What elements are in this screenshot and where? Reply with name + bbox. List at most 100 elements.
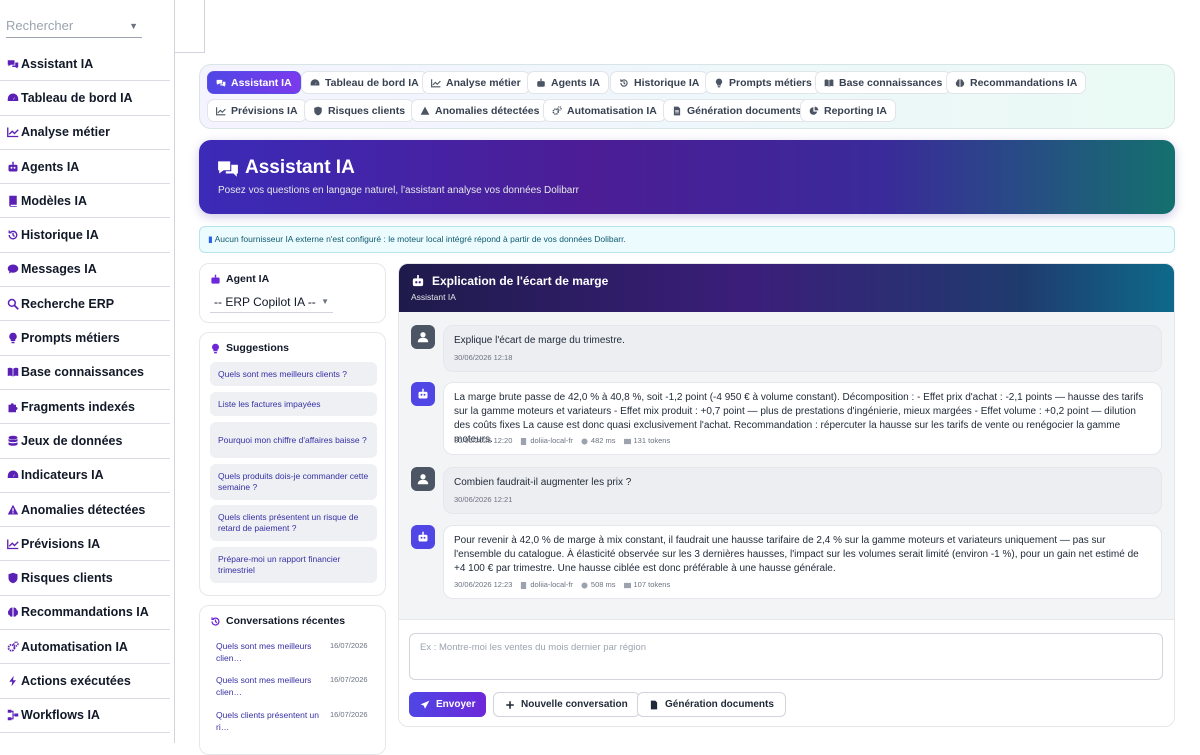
tokens-tag: 131 tokens [623,434,670,448]
sidebar-item-modeles-ia[interactable]: Modèles IA [0,184,170,219]
tab-base-connaissances[interactable]: Base connaissances [815,71,952,94]
dashboard-icon [6,91,19,104]
sidebar-item-jeux-de-donnees[interactable]: Jeux de données [0,424,170,459]
duration-tag: 508 ms [581,578,616,592]
tab-recommandations-ia[interactable]: Recommandations IA [946,71,1087,94]
history-icon [620,78,628,87]
sidebar-item-risques-clients[interactable]: Risques clients [0,561,170,596]
sidebar-item-agents-ia[interactable]: Agents IA [0,150,170,185]
tab-label: Assistant IA [231,76,292,89]
tab-reporting-ia[interactable]: Reporting IA [800,99,896,122]
tab-previsions-ia[interactable]: Prévisions IA [207,99,307,122]
sidebar-item-label: Indicateurs IA [21,468,104,483]
generate-documents-button[interactable]: Génération documents [637,692,786,717]
sidebar-item-historique-ia[interactable]: Historique IA [0,218,170,253]
suggestion-item[interactable]: Liste les factures impayées [210,392,377,416]
sidebar-item-anomalies-detectees[interactable]: Anomalies détectées [0,493,170,528]
sidebar-item-fragments-indexes[interactable]: Fragments indexés [0,390,170,425]
pie-chart-icon [809,106,819,115]
sidebar-item-label: Actions exécutées [21,673,131,688]
sidebar-item-messages-ia[interactable]: Messages IA [0,253,170,288]
agent-panel-title-text: Agent IA [226,273,270,285]
tab-risques-clients[interactable]: Risques clients [304,99,415,122]
sidebar-item-tableau-de-bord[interactable]: Tableau de bord IA [0,81,170,116]
sidebar-item-actions-executees[interactable]: Actions exécutées [0,664,170,699]
shield-icon [314,106,322,115]
user-avatar [411,325,435,349]
dashboard-icon [310,78,320,85]
message-input[interactable]: Ex : Montre-moi les ventes du mois derni… [409,633,1163,680]
send-button[interactable]: Envoyer [409,692,487,717]
search-select[interactable]: Rechercher ▼ [6,14,142,38]
tab-label: Prévisions IA [231,104,298,117]
sidebar-item-analyse-metier[interactable]: Analyse métier [0,116,170,150]
new-conversation-label: Nouvelle conversation [521,699,628,710]
suggestion-item[interactable]: Quels produits dois-je commander cette s… [210,464,377,500]
warning-icon [420,106,430,115]
line-chart-icon [6,126,19,139]
conversation-item[interactable]: Quels clients présentent un ri… 16/07/202… [216,709,376,733]
chat-title: Explication de l'écart de marge [411,274,608,288]
sidebar-item-recommandations-ia[interactable]: Recommandations IA [0,596,170,631]
user-avatar [411,467,435,491]
sidebar-item-assistant-ia[interactable]: Assistant IA [0,47,170,82]
sidebar-item-label: Base connaissances [21,365,144,380]
generate-documents-label: Génération documents [665,699,774,710]
tab-agents-ia[interactable]: Agents IA [527,71,610,94]
sidebar-item-indicateurs-ia[interactable]: Indicateurs IA [0,459,170,493]
tab-assistant-ia[interactable]: Assistant IA [207,71,301,94]
sidebar-item-base-connaissances[interactable]: Base connaissances [0,356,170,390]
agent-select[interactable]: -- ERP Copilot IA -- ▼ [210,291,333,313]
conversation-item[interactable]: Quels sont mes meilleurs clien… 16/07/202… [216,640,376,664]
composer: Ex : Montre-moi les ventes du mois derni… [399,619,1174,726]
new-conversation-button[interactable]: Nouvelle conversation [493,692,640,717]
sidebar-item-prompts-metiers[interactable]: Prompts métiers [0,321,170,356]
tab-label: Reporting IA [824,104,887,117]
sidebar-item-recherche-erp[interactable]: Recherche ERP [0,287,170,322]
gauge-icon [6,469,19,482]
suggestion-item[interactable]: Quels sont mes meilleurs clients ? [210,362,377,386]
plus-icon [506,700,514,709]
history-icon [211,616,220,626]
sidebar-item-automatisation-ia[interactable]: Automatisation IA [0,630,170,665]
tab-automatisation-ia[interactable]: Automatisation IA [543,99,666,122]
suggestions-panel: Suggestions Quels sont mes meilleurs cli… [199,332,386,596]
sidebar-item-label: Risques clients [21,571,113,586]
sidebar-item-previsions-ia[interactable]: Prévisions IA [0,527,170,562]
tab-generation-documents[interactable]: Génération documents [663,99,811,122]
tab-prompts-metiers[interactable]: Prompts métiers [705,71,821,94]
recent-title-text: Conversations récentes [226,615,346,627]
tokens-tag: 107 tokens [623,578,671,592]
hero-banner: Assistant IA Posez vos questions en lang… [199,140,1175,214]
chat-title-text: Explication de l'écart de marge [432,274,609,288]
tab-label: Anomalies détectées [435,104,540,117]
conversation-item[interactable]: Quels sont mes meilleurs clien… 16/07/202… [216,674,376,698]
engine-tag: doliia-local-fr [520,434,573,448]
tab-analyse-metier[interactable]: Analyse métier [422,71,530,94]
paper-plane-icon [420,700,430,709]
info-notice: ▮ Aucun fournisseur IA externe n'est con… [199,226,1175,253]
tab-tableau-de-bord[interactable]: Tableau de bord IA [301,71,428,94]
recent-conversations-panel: Conversations récentes Quels sont mes me… [199,605,386,755]
sidebar-item-workflows-ia[interactable]: Workflows IA [0,699,170,733]
line-chart-icon [431,78,441,87]
clock-icon [581,581,588,589]
sidebar-item-label: Historique IA [21,228,99,243]
sidebar-item-label: Fragments indexés [21,399,135,414]
suggestion-item[interactable]: Pourquoi mon chiffre d'affaires baisse ? [210,422,377,458]
tokens-value: 107 tokens [633,580,671,589]
bot-avatar [411,382,435,406]
robot-icon [418,388,428,399]
conversation-date: 16/07/2026 [330,675,368,684]
gears-icon [552,105,562,115]
tab-historique-ia[interactable]: Historique IA [610,71,709,94]
suggestion-item[interactable]: Prépare-moi un rapport financier trimest… [210,547,377,583]
sidebar: Rechercher ▼ Assistant IA Tableau de bord… [0,0,175,743]
tab-anomalies-detectees[interactable]: Anomalies détectées [411,99,549,122]
chat-panel: Explication de l'écart de marge Assistan… [398,263,1175,727]
lightbulb-icon [6,332,19,345]
sidebar-item-label: Analyse métier [21,125,110,140]
duration-value: 508 ms [590,580,616,589]
suggestion-item[interactable]: Quels clients présentent un risque de re… [210,505,377,541]
chevron-down-icon: ▼ [321,297,329,306]
